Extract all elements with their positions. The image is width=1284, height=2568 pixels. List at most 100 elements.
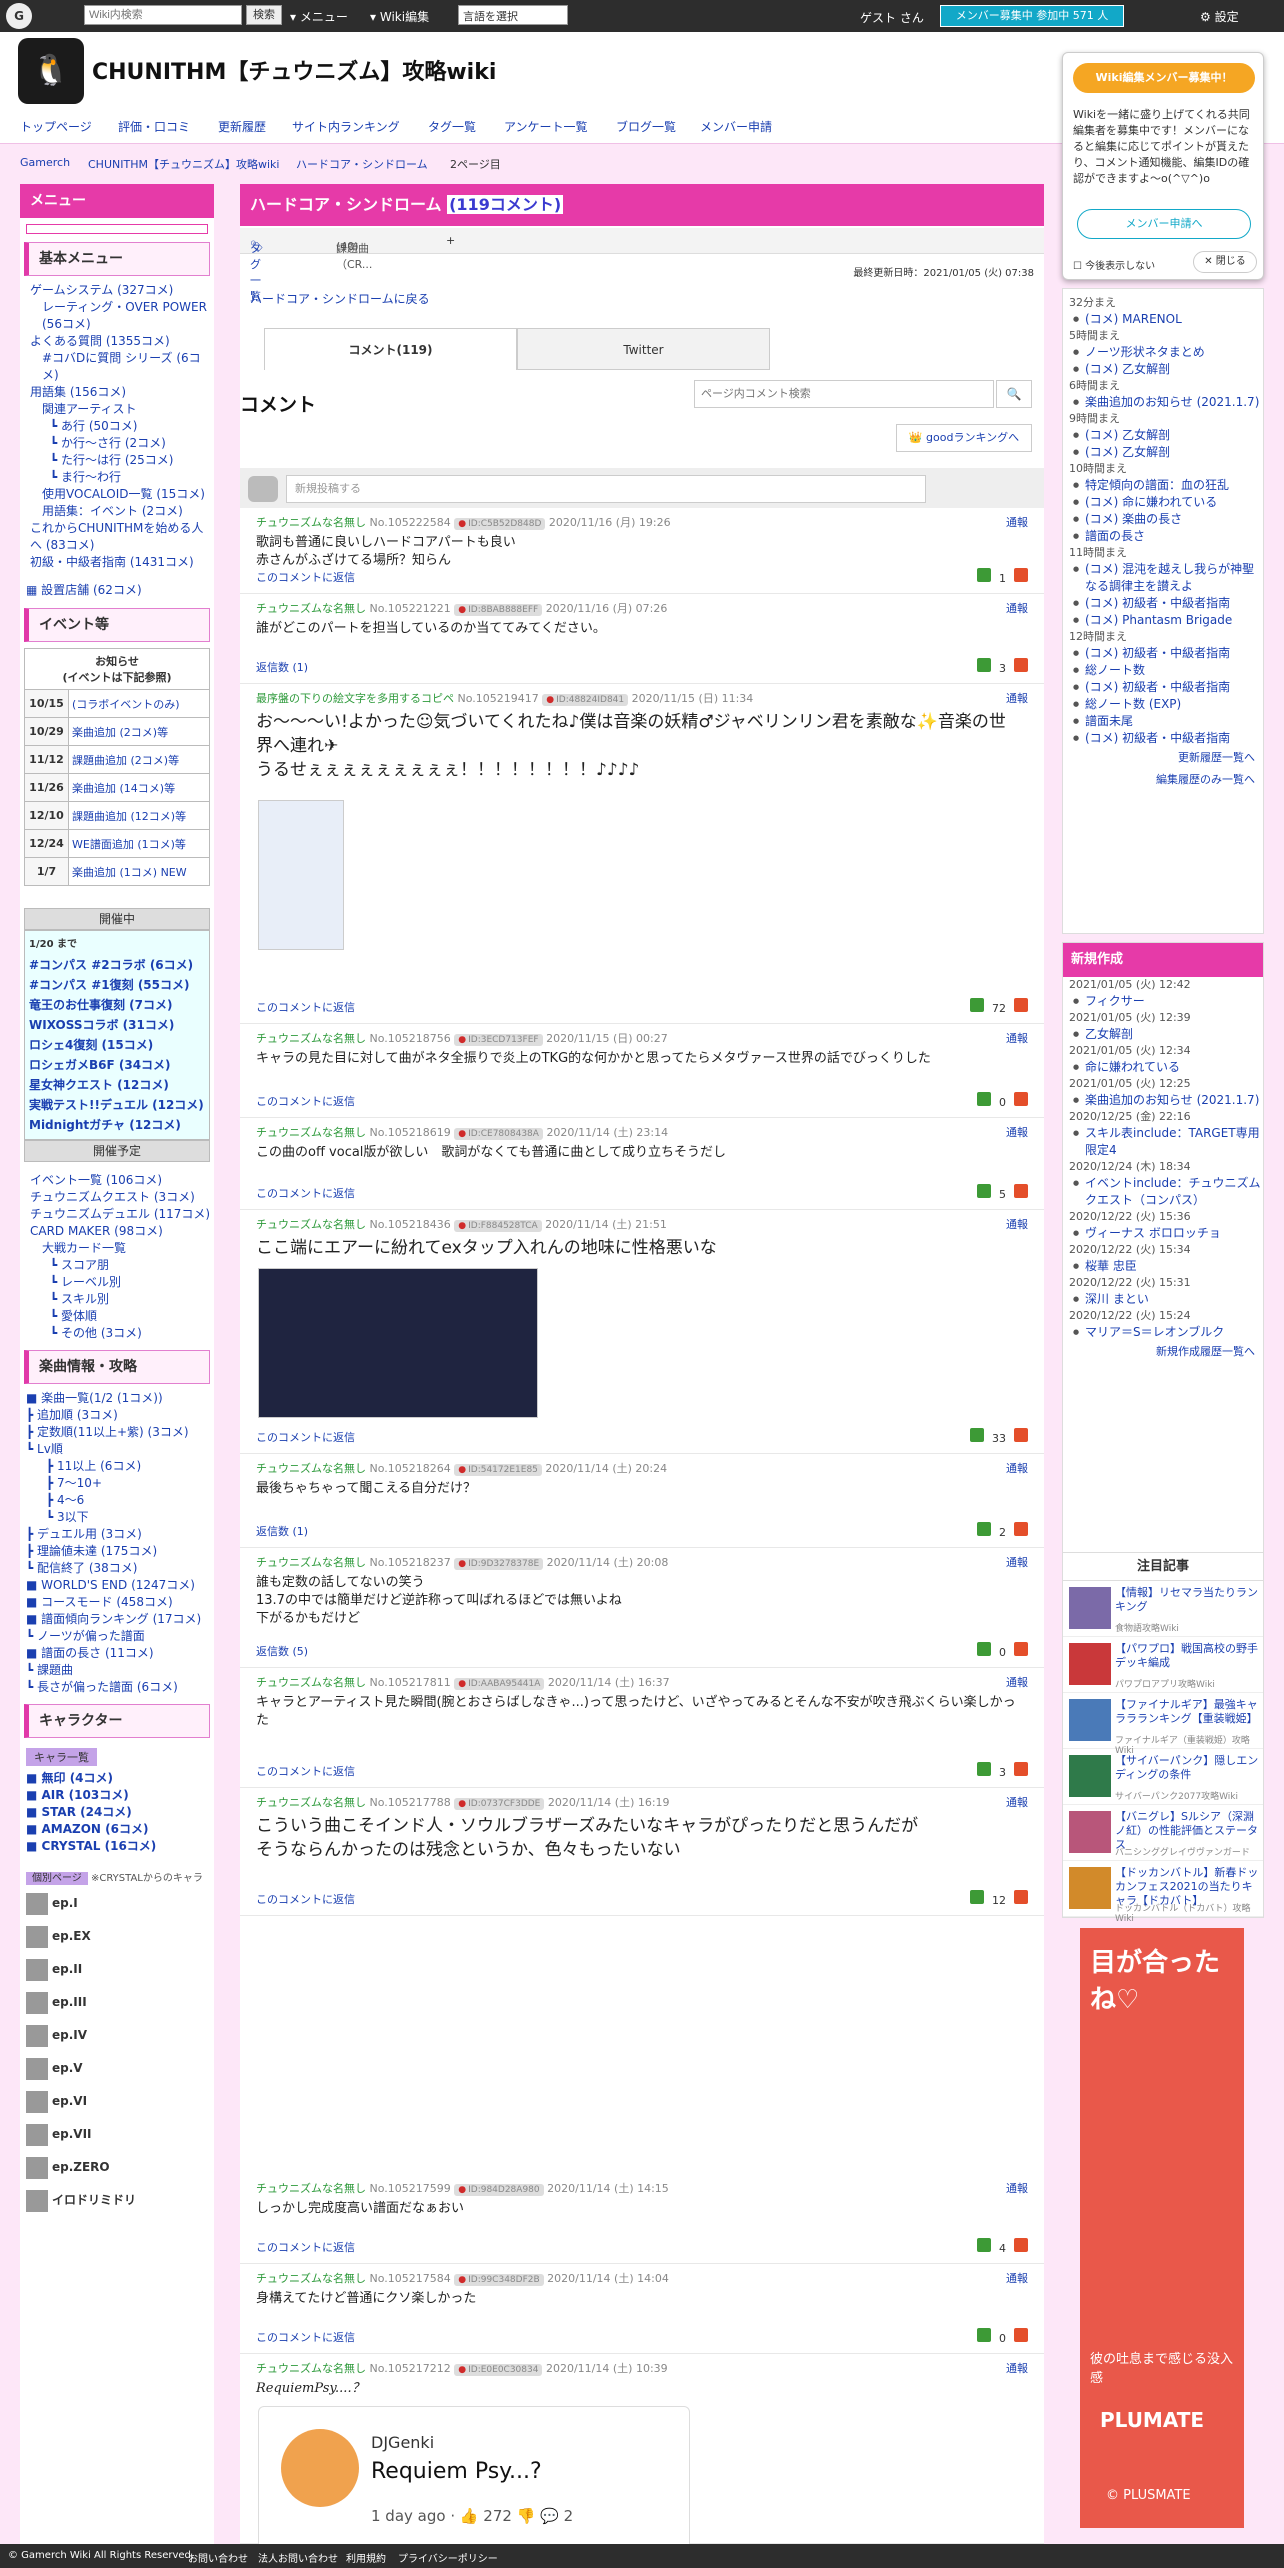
episode-item[interactable]: ep.VII	[26, 2121, 208, 2148]
sidebar-item[interactable]: ┣ 4～6	[26, 1492, 214, 1509]
recent-item[interactable]: ノーツ形状ネタまとめ	[1063, 344, 1263, 361]
recent-item[interactable]: 特定傾向の譜面：血の狂乱	[1063, 477, 1263, 494]
member-apply-button[interactable]: メンバー申請へ	[1077, 209, 1251, 239]
sidebar-item[interactable]: ┗ ま行～わ行	[30, 469, 214, 486]
chara-item[interactable]: ■ STAR (24コメ)	[26, 1804, 214, 1821]
sidebar-item[interactable]: ┗ た行～は行 (25コメ)	[30, 452, 214, 469]
report-button[interactable]: 通報	[1006, 2270, 1028, 2286]
chara-item[interactable]: ■ CRYSTAL (16コメ)	[26, 1838, 214, 1855]
crumb-page[interactable]: ハードコア・シンドローム	[296, 156, 428, 172]
comment-number[interactable]: No.105217811	[370, 1676, 451, 1689]
open-event-link[interactable]: ロシェ4復刻 (15コメ)	[29, 1035, 205, 1055]
recent-item[interactable]: (コメ) 乙女解剖	[1063, 427, 1263, 444]
comment-search-input[interactable]	[694, 380, 994, 408]
sidebar-item[interactable]: ┣ 7～10+	[26, 1475, 214, 1492]
reply-link[interactable]: このコメントに返信	[256, 1891, 355, 1907]
sidebar-item[interactable]: ┗ スコア朋	[30, 1257, 214, 1274]
thumbs-up-icon[interactable]	[977, 1762, 991, 1776]
sidebar-item[interactable]: ┗ 課題曲	[26, 1662, 214, 1679]
episode-item[interactable]: ep.II	[26, 1956, 208, 1983]
language-select[interactable]: 言語を選択	[458, 5, 568, 25]
nav-blogs[interactable]: ブログ一覧	[616, 118, 676, 135]
new-item[interactable]: 楽曲追加のお知らせ (2021.1.7)	[1063, 1092, 1263, 1109]
sidebar-item[interactable]: ┗ Lv順	[26, 1441, 214, 1458]
sidebar-item[interactable]: ┗ あ行 (50コメ)	[30, 418, 214, 435]
open-event-link[interactable]: WIXOSSコラボ (31コメ)	[29, 1015, 205, 1035]
crumb-wiki[interactable]: CHUNITHM【チュウニズム】攻略wiki	[88, 156, 279, 172]
featured-item[interactable]: 【バニグレ】Sルシア（深淵ノ紅）の性能評価とステータス バニシンググレイヴヴァンガ…	[1063, 1805, 1263, 1861]
member-recruit-button[interactable]: メンバー募集中 参加中 571 人	[940, 5, 1124, 27]
back-to-page-link[interactable]: ハードコア・シンドロームに戻る	[250, 290, 430, 307]
sidebar-item[interactable]: ┗ 長さが偏った譜面 (6コメ)	[26, 1679, 214, 1696]
recent-item[interactable]: (コメ) 乙女解剖	[1063, 361, 1263, 378]
reply-link[interactable]: このコメントに返信	[256, 1763, 355, 1779]
sidebar-item[interactable]: 用語集 (156コメ)	[30, 384, 214, 401]
episode-item[interactable]: ep.V	[26, 2055, 208, 2082]
sidebar-item[interactable]: イベント一覧 (106コメ)	[30, 1172, 214, 1189]
thumbs-up-icon[interactable]	[977, 2328, 991, 2342]
new-item[interactable]: マリア＝S＝レオンブルク	[1063, 1324, 1263, 1341]
thumbs-up-icon[interactable]	[977, 658, 991, 672]
thumbs-down-icon[interactable]	[1014, 2238, 1028, 2252]
thumbs-down-icon[interactable]	[1014, 1428, 1028, 1442]
recent-item[interactable]: (コメ) 初級者・中級者指南	[1063, 595, 1263, 612]
tab-comments[interactable]: コメント(119)	[264, 328, 517, 370]
episode-item[interactable]: ep.ZERO	[26, 2154, 208, 2181]
footer-privacy[interactable]: プライバシーポリシー	[398, 2550, 498, 2565]
featured-item[interactable]: 【ファイナルギア】最強キャララランキング【重装戦姫】 ファイナルギア（重装戦姫）攻…	[1063, 1693, 1263, 1756]
report-button[interactable]: 通報	[1006, 2180, 1028, 2196]
sidebar-item[interactable]: 初級・中級者指南 (1431コメ)	[30, 554, 214, 571]
featured-item[interactable]: 【情報】リセマラ当たりランキング 食物語攻略Wiki	[1063, 1581, 1263, 1637]
wiki-edit-button[interactable]: ▾ Wiki編集	[370, 8, 429, 25]
thumbs-down-icon[interactable]	[1014, 1092, 1028, 1106]
report-button[interactable]: 通報	[1006, 1124, 1028, 1140]
thumbs-down-icon[interactable]	[1014, 658, 1028, 672]
good-ranking-button[interactable]: 👑 goodランキングへ	[896, 424, 1032, 452]
dont-show-checkbox[interactable]: ☐ 今後表示しない	[1073, 257, 1155, 272]
crumb-gamerch[interactable]: Gamerch	[20, 156, 70, 169]
new-item[interactable]: 深川 まとい	[1063, 1291, 1263, 1308]
episode-item[interactable]: ep.EX	[26, 1923, 208, 1950]
sidebar-item[interactable]: ┗ その他 (3コメ)	[30, 1325, 214, 1342]
open-event-link[interactable]: 実戦テスト!!デュエル (12コメ)	[29, 1095, 205, 1115]
open-event-link[interactable]: #コンパス #2コラボ (6コメ)	[29, 955, 205, 975]
reply-link[interactable]: このコメントに返信	[256, 999, 355, 1015]
sidebar-item[interactable]: 関連アーティスト	[30, 401, 214, 418]
nav-ranking[interactable]: サイト内ランキング	[292, 118, 400, 135]
sidebar-item[interactable]: ゲームシステム (327コメ)	[30, 282, 214, 299]
episode-item[interactable]: ep.I	[26, 1890, 208, 1917]
comment-number[interactable]: No.105217788	[370, 1796, 451, 1809]
thumbs-up-icon[interactable]	[977, 1184, 991, 1198]
sidebar-item[interactable]: 大戦カード一覧	[30, 1240, 214, 1257]
sidebar-item[interactable]: これからCHUNITHMを始める人へ (83コメ)	[30, 520, 214, 554]
menu-button[interactable]: ▾ メニュー	[290, 8, 348, 25]
recent-item[interactable]: (コメ) 初級者・中級者指南	[1063, 730, 1263, 747]
recent-item[interactable]: (コメ) 命に嫌われている	[1063, 494, 1263, 511]
thumbs-down-icon[interactable]	[1014, 998, 1028, 1012]
reply-link[interactable]: 返信数 (1)	[256, 1523, 308, 1539]
reply-link[interactable]: このコメントに返信	[256, 569, 355, 585]
reply-link[interactable]: このコメントに返信	[256, 1185, 355, 1201]
featured-item[interactable]: 【パワプロ】戦国高校の野手デッキ編成 パワプロアプリ攻略Wiki	[1063, 1637, 1263, 1693]
report-button[interactable]: 通報	[1006, 1030, 1028, 1046]
sidebar-item[interactable]: よくある質問 (1355コメ)	[30, 333, 214, 350]
recent-item[interactable]: (コメ) MARENOL	[1063, 311, 1263, 328]
report-button[interactable]: 通報	[1006, 600, 1028, 616]
thumbs-up-icon[interactable]	[977, 1092, 991, 1106]
thumbs-down-icon[interactable]	[1014, 568, 1028, 582]
nav-history[interactable]: 更新履歴	[218, 118, 266, 135]
sidebar-item[interactable]: ┗ スキル別	[30, 1291, 214, 1308]
report-button[interactable]: 通報	[1006, 2360, 1028, 2376]
new-item[interactable]: 桜華 忠臣	[1063, 1258, 1263, 1275]
footer-contact[interactable]: お問い合わせ	[188, 2550, 248, 2565]
recent-edit-more-link[interactable]: 編集履歴のみ一覧へ	[1063, 769, 1263, 791]
new-item[interactable]: 乙女解剖	[1063, 1026, 1263, 1043]
reply-link[interactable]: 返信数 (5)	[256, 1643, 308, 1659]
recent-item[interactable]: (コメ) 初級者・中級者指南	[1063, 679, 1263, 696]
thumbs-up-icon[interactable]	[970, 1428, 984, 1442]
sidebar-item[interactable]: ┗ ノーツが偏った譜面	[26, 1628, 214, 1645]
episode-item[interactable]: イロドリミドリ	[26, 2187, 208, 2214]
episode-item[interactable]: ep.III	[26, 1989, 208, 2016]
footer-corp-contact[interactable]: 法人お問い合わせ	[258, 2550, 338, 2565]
sidebar-item[interactable]: ┣ 追加順 (3コメ)	[26, 1407, 214, 1424]
